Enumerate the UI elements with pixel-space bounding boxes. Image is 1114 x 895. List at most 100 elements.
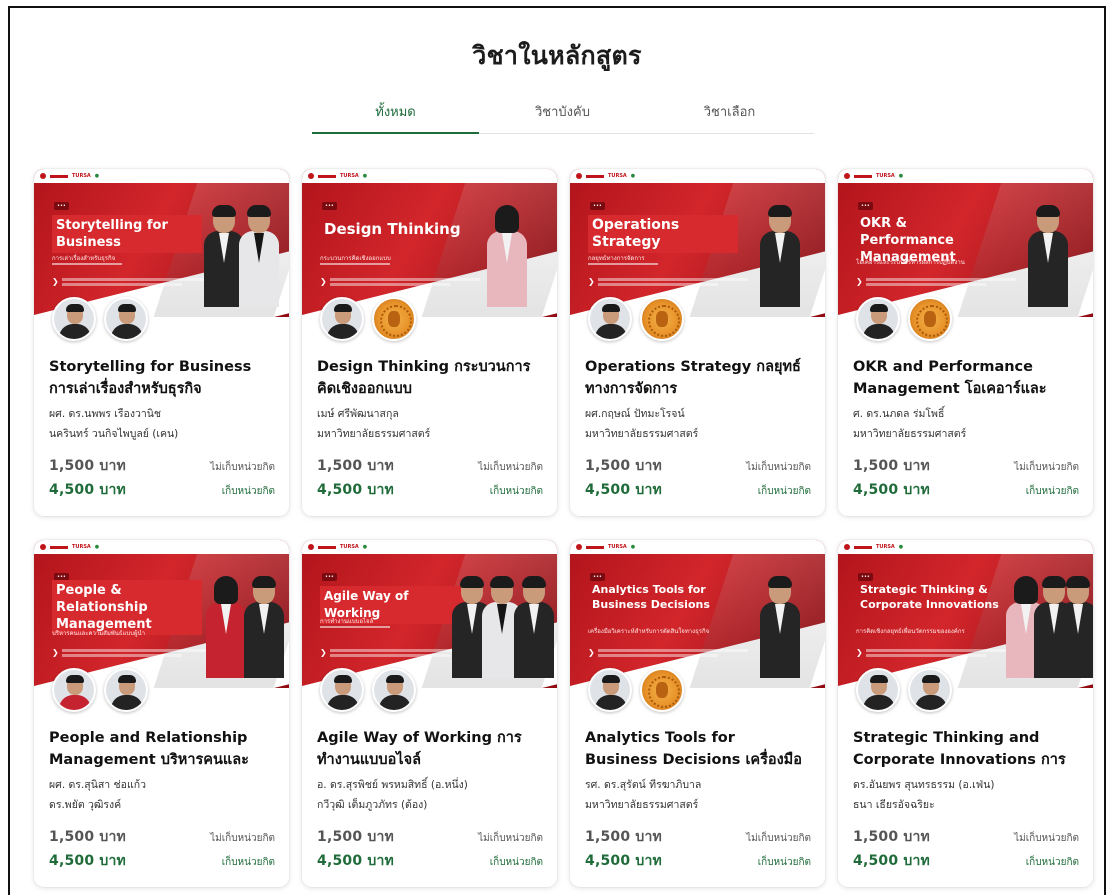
course-card[interactable]: TURSA ● ••• OKR & Performance Management… xyxy=(838,169,1093,516)
banner-fine-print xyxy=(330,283,450,286)
price-row-non-credit: 1,500 บาท ไม่เก็บหน่วยกิต xyxy=(585,826,811,848)
label-non-credit: ไม่เก็บหน่วยกิต xyxy=(1014,833,1079,844)
instructor-photo xyxy=(206,576,246,678)
course-card[interactable]: TURSA ● ••• People & Relationship Manage… xyxy=(34,540,289,887)
banner-divider xyxy=(320,626,390,628)
tab-all[interactable]: ทั้งหมด xyxy=(312,98,479,134)
instructor-avatars xyxy=(588,668,684,712)
chevron-right-icon: ❯ xyxy=(52,277,59,286)
tab-elective[interactable]: วิชาเลือก xyxy=(646,98,813,133)
course-title[interactable]: Strategic Thinking and Corporate Innovat… xyxy=(853,727,1079,771)
label-non-credit: ไม่เก็บหน่วยกิต xyxy=(478,462,543,473)
banner-fine-print xyxy=(62,649,212,652)
course-card[interactable]: TURSA ● ••• Operations Strategy กลยุทธ์ท… xyxy=(570,169,825,516)
course-banner: TURSA ● ••• People & Relationship Manage… xyxy=(34,540,289,688)
chevron-right-icon: ❯ xyxy=(320,277,327,286)
price-non-credit: 1,500 บาท xyxy=(49,829,126,845)
label-credit: เก็บหน่วยกิต xyxy=(1025,486,1079,497)
banner-title: Design Thinking xyxy=(324,220,461,238)
instructor-avatars xyxy=(588,297,684,341)
label-non-credit: ไม่เก็บหน่วยกิต xyxy=(478,833,543,844)
course-card[interactable]: TURSA ● ••• Storytelling for Business กา… xyxy=(34,169,289,516)
price-credit: 4,500 บาท xyxy=(585,482,662,498)
banner-subtitle: การทำงานแบบอไจล์ xyxy=(320,618,374,625)
price-non-credit: 1,500 บาท xyxy=(49,458,126,474)
banner-divider xyxy=(52,263,122,265)
instructor-name: มหาวิทยาลัยธรรมศาสตร์ xyxy=(585,428,699,440)
instructor-name: อ. ดร.สุรพิชย์ พรหมสิทธิ์ (อ.หนึ่ง) xyxy=(317,779,468,791)
label-non-credit: ไม่เก็บหน่วยกิต xyxy=(746,833,811,844)
banner-title: Storytelling for Business xyxy=(52,215,202,253)
course-card[interactable]: TURSA ● ••• Agile Way of Working การทำงา… xyxy=(302,540,557,887)
instructor-avatars xyxy=(856,668,952,712)
course-title[interactable]: Analytics Tools for Business Decisions เ… xyxy=(585,727,811,771)
chevron-right-icon: ❯ xyxy=(52,648,59,657)
tab-required[interactable]: วิชาบังคับ xyxy=(479,98,646,133)
label-credit: เก็บหน่วยกิต xyxy=(757,857,811,868)
avatar xyxy=(908,668,952,712)
chevron-right-icon: ❯ xyxy=(588,648,595,657)
course-title[interactable]: Storytelling for Business การเล่าเรื่องส… xyxy=(49,356,275,400)
course-title[interactable]: OKR and Performance Management โอเคอาร์แ… xyxy=(853,356,1079,400)
label-non-credit: ไม่เก็บหน่วยกิต xyxy=(746,462,811,473)
avatar xyxy=(104,297,148,341)
new-course-tag: ••• xyxy=(590,202,605,210)
price-row-credit: 4,500 บาท เก็บหน่วยกิต xyxy=(49,479,275,501)
price-row-credit: 4,500 บาท เก็บหน่วยกิต xyxy=(585,850,811,872)
instructor-photo xyxy=(244,576,284,678)
instructor-photo xyxy=(204,205,244,307)
course-title[interactable]: People and Relationship Management บริหา… xyxy=(49,727,275,771)
partner-logos: TURSA ● xyxy=(302,169,557,183)
course-title[interactable]: Design Thinking กระบวนการคิดเชิงออกแบบ xyxy=(317,356,543,400)
banner-fine-print xyxy=(866,649,1016,652)
price-row-credit: 4,500 บาท เก็บหน่วยกิต xyxy=(317,850,543,872)
new-course-tag: ••• xyxy=(858,202,873,210)
instructor-name: ธนา เธียรอัจฉริยะ xyxy=(853,799,935,811)
course-title[interactable]: Agile Way of Working การทำงานแบบอไจล์ xyxy=(317,727,543,771)
avatar xyxy=(856,297,900,341)
banner-subtitle: เครื่องมือวิเคราะห์สำหรับการตัดสินใจทางธ… xyxy=(588,628,710,635)
chevron-right-icon: ❯ xyxy=(856,277,863,286)
instructor-name: มหาวิทยาลัยธรรมศาสตร์ xyxy=(853,428,967,440)
partner-logos: TURSA ● xyxy=(570,540,825,554)
new-course-tag: ••• xyxy=(54,202,69,210)
course-card[interactable]: TURSA ● ••• Strategic Thinking & Corpora… xyxy=(838,540,1093,887)
price-non-credit: 1,500 บาท xyxy=(585,458,662,474)
chevron-right-icon: ❯ xyxy=(856,648,863,657)
label-non-credit: ไม่เก็บหน่วยกิต xyxy=(210,833,275,844)
course-banner: TURSA ● ••• Design Thinking กระบวนการคิด… xyxy=(302,169,557,317)
price-row-credit: 4,500 บาท เก็บหน่วยกิต xyxy=(585,479,811,501)
price-row-credit: 4,500 บาท เก็บหน่วยกิต xyxy=(853,850,1079,872)
banner-fine-print xyxy=(62,654,182,657)
label-credit: เก็บหน่วยกิต xyxy=(1025,857,1079,868)
label-credit: เก็บหน่วยกิต xyxy=(221,486,275,497)
instructor-photo xyxy=(760,205,800,307)
price-row-non-credit: 1,500 บาท ไม่เก็บหน่วยกิต xyxy=(853,826,1079,848)
instructor-name: ผศ. ดร.สุนิสา ช่อแก้ว xyxy=(49,779,146,791)
label-credit: เก็บหน่วยกิต xyxy=(489,857,543,868)
banner-title: Strategic Thinking & Corporate Innovatio… xyxy=(860,583,999,611)
course-banner: TURSA ● ••• OKR & Performance Management… xyxy=(838,169,1093,317)
course-list-page: วิชาในหลักสูตร ทั้งหมด วิชาบังคับ วิชาเล… xyxy=(8,6,1106,895)
banner-fine-print xyxy=(598,278,748,281)
banner-subtitle: บริหารคนและความสัมพันธ์แบบผู้นำ xyxy=(52,630,145,637)
price-credit: 4,500 บาท xyxy=(585,853,662,869)
chevron-right-icon: ❯ xyxy=(320,648,327,657)
instructor-name: รศ. ดร.สุรัตน์ ทีรฆาภิบาล xyxy=(585,779,702,791)
university-seal-icon xyxy=(908,297,952,341)
course-card[interactable]: TURSA ● ••• Analytics Tools for Business… xyxy=(570,540,825,887)
banner-fine-print xyxy=(62,283,182,286)
banner-subtitle: โอเคอาร์และระบบบริหารผลการปฏิบัติงาน xyxy=(856,259,965,266)
instructor-name: ศ. ดร.นภดล ร่มโพธิ์ xyxy=(853,408,945,420)
banner-title: Operations Strategy xyxy=(588,215,738,253)
course-title[interactable]: Operations Strategy กลยุทธ์ทางการจัดการ xyxy=(585,356,811,400)
instructor-photo xyxy=(239,205,279,307)
price-row-credit: 4,500 บาท เก็บหน่วยกิต xyxy=(49,850,275,872)
new-course-tag: ••• xyxy=(322,202,337,210)
avatar xyxy=(372,668,416,712)
course-card[interactable]: TURSA ● ••• Design Thinking กระบวนการคิด… xyxy=(302,169,557,516)
price-row-non-credit: 1,500 บาท ไม่เก็บหน่วยกิต xyxy=(49,826,275,848)
banner-fine-print xyxy=(866,278,1016,281)
instructor-name: มหาวิทยาลัยธรรมศาสตร์ xyxy=(317,428,431,440)
price-row-credit: 4,500 บาท เก็บหน่วยกิต xyxy=(853,479,1079,501)
